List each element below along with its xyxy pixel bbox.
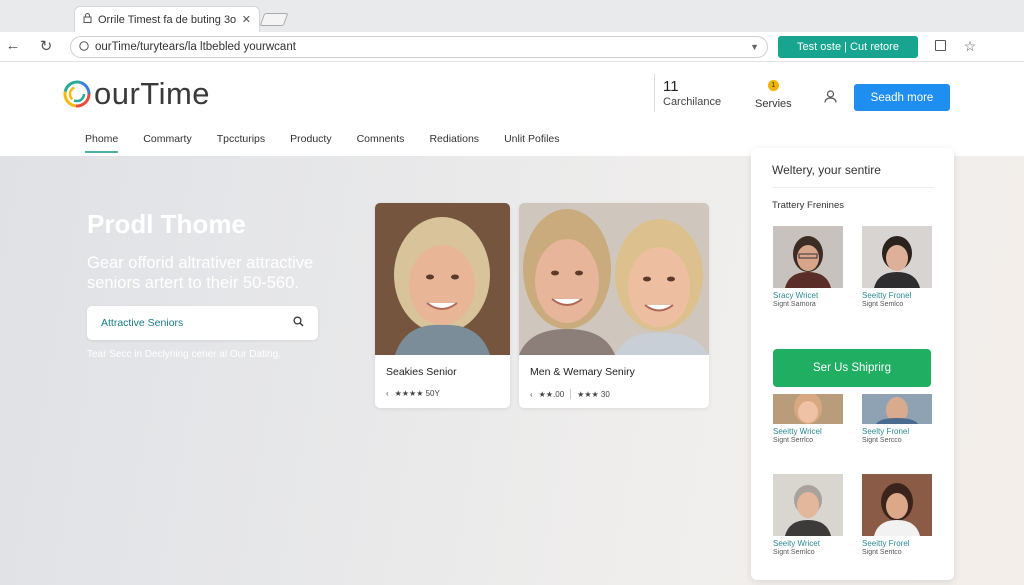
profile-photo	[773, 394, 843, 424]
profile-photo	[773, 226, 843, 288]
profile-location: Signt Serrlco	[773, 437, 814, 444]
address-bar-row: ← ↻ ourTime/turytears/la ltbebled yourwc…	[0, 32, 1024, 62]
tab-title: Orrile Timest fa de buting 3oñ1	[98, 13, 236, 26]
profile-thumb[interactable]: Seeity Wricet Signt Serrilco	[773, 474, 843, 556]
profile-card[interactable]: Seakies Senior ‹ ★★★★ 50Y	[375, 203, 510, 408]
signup-button[interactable]: Ser Us Shiprirg	[773, 349, 931, 387]
hero-note: Tear Secc in Declyning cener al Our Dati…	[87, 349, 281, 360]
profile-name: Sracy Wricet	[773, 291, 819, 300]
rating: ★★★ 30	[577, 389, 610, 399]
profile-thumb[interactable]: Sracy Wricet Signt Sarnora	[773, 226, 843, 308]
close-tab-icon[interactable]: ✕	[242, 13, 251, 26]
profile-location: Signt Semlco	[862, 301, 904, 308]
header-stat[interactable]: 11 Carchilance	[663, 78, 721, 108]
divider	[570, 389, 572, 399]
profile-location: Signt Serrilco	[773, 549, 815, 556]
search-input[interactable]	[101, 317, 293, 329]
two-senior-women-photo	[519, 203, 709, 355]
star-icon[interactable]: ☆	[962, 38, 978, 54]
chevron-down-icon[interactable]: ▼	[750, 42, 759, 52]
profile-location: Signt Sentco	[862, 549, 902, 556]
stat-number: 11	[663, 78, 679, 95]
panel-subtitle: Trattery Frenines	[772, 200, 844, 211]
user-icon[interactable]	[824, 90, 837, 108]
site-header: ourTime 11 Carchilance 1 Servies Seadh m…	[0, 62, 1024, 156]
profile-name: Seeity Wricet	[773, 539, 820, 548]
notification-badge: 1	[767, 80, 779, 91]
profile-location: Signt Sarnora	[773, 301, 816, 308]
nav-item-features[interactable]: Tpccturips	[217, 133, 265, 153]
senior-woman-photo	[375, 203, 510, 355]
hero-title: Prodl Thome	[87, 209, 246, 239]
profile-photo	[773, 474, 843, 536]
nav-item-home[interactable]: Phome	[85, 133, 119, 153]
chevron-left-icon[interactable]: ‹	[386, 389, 389, 398]
services-label: Servies	[755, 98, 792, 110]
window-icon[interactable]	[932, 38, 948, 54]
browser-tab[interactable]: Orrile Timest fa de buting 3oñ1 ✕	[74, 6, 260, 32]
nav-item-comments[interactable]: Comnents	[357, 133, 405, 153]
profile-thumb[interactable]: Seelty Fronel Signt Sercco	[862, 394, 932, 444]
rating: ★★★★ 50Y	[394, 389, 440, 398]
hero-search[interactable]	[87, 306, 318, 340]
logo-rings-icon	[63, 80, 91, 108]
url-text: ourTime/turytears/la ltbebled yourwcant	[95, 41, 296, 53]
card-meta: ‹ ★★.00 ★★★ 30	[530, 389, 610, 399]
panel-title: Weltery, your sentire	[772, 163, 881, 177]
search-icon[interactable]	[293, 314, 304, 332]
lock-icon	[83, 13, 92, 26]
profile-thumb[interactable]: Seeitty Fronel Signt Semlco	[862, 226, 932, 308]
divider	[772, 187, 934, 188]
profile-name: Seeitty Fronel	[862, 291, 912, 300]
profile-name: Seeitty Wricel	[773, 427, 822, 436]
profile-name: Seeitty Frorel	[862, 539, 910, 548]
side-panel: Weltery, your sentire Trattery Frenines …	[751, 148, 954, 580]
profile-card[interactable]: Men & Wemary Seniry ‹ ★★.00 ★★★ 30	[519, 203, 709, 408]
search-more-button[interactable]: Seadh more	[854, 84, 950, 111]
nav-item-relations[interactable]: Rediations	[429, 133, 479, 153]
new-tab-button[interactable]	[259, 13, 289, 26]
main-nav: Phome Commarty Tpccturips Producty Comne…	[85, 133, 585, 153]
stat-label: Carchilance	[663, 96, 722, 108]
browser-tab-bar: Orrile Timest fa de buting 3oñ1 ✕	[0, 0, 1024, 32]
card-meta: ‹ ★★★★ 50Y	[386, 389, 440, 398]
services-link[interactable]: 1 Servies	[755, 80, 792, 112]
reload-icon[interactable]: ↻	[37, 37, 55, 55]
profile-photo	[862, 394, 932, 424]
hero-subtitle: Gear offorid altrativer attractive senio…	[87, 254, 314, 292]
nav-item-community[interactable]: Commarty	[143, 133, 191, 153]
nav-item-profiles[interactable]: Unlit Pofiles	[504, 133, 559, 153]
card-name: Men & Wemary Seniry	[530, 366, 635, 378]
card-name: Seakies Senior	[386, 366, 457, 378]
site-logo[interactable]: ourTime	[62, 76, 210, 112]
profile-photo	[862, 226, 932, 288]
profile-photo	[862, 474, 932, 536]
nav-item-product[interactable]: Producty	[290, 133, 331, 153]
test-button[interactable]: Test oste | Cut retore	[778, 36, 918, 58]
profile-name: Seelty Fronel	[862, 427, 910, 436]
back-arrow-icon[interactable]: ←	[4, 37, 22, 54]
profile-location: Signt Sercco	[862, 437, 902, 444]
info-icon	[79, 40, 89, 54]
profile-thumb[interactable]: Seeitty Frorel Signt Sentco	[862, 474, 932, 556]
logo-text: ourTime	[94, 76, 211, 111]
header-divider	[654, 74, 655, 112]
chevron-left-icon[interactable]: ‹	[530, 390, 533, 399]
rating: ★★.00	[538, 389, 565, 399]
profile-thumb[interactable]: Seeitty Wricel Signt Serrlco	[773, 394, 843, 444]
url-field[interactable]: ourTime/turytears/la ltbebled yourwcant …	[70, 36, 768, 58]
